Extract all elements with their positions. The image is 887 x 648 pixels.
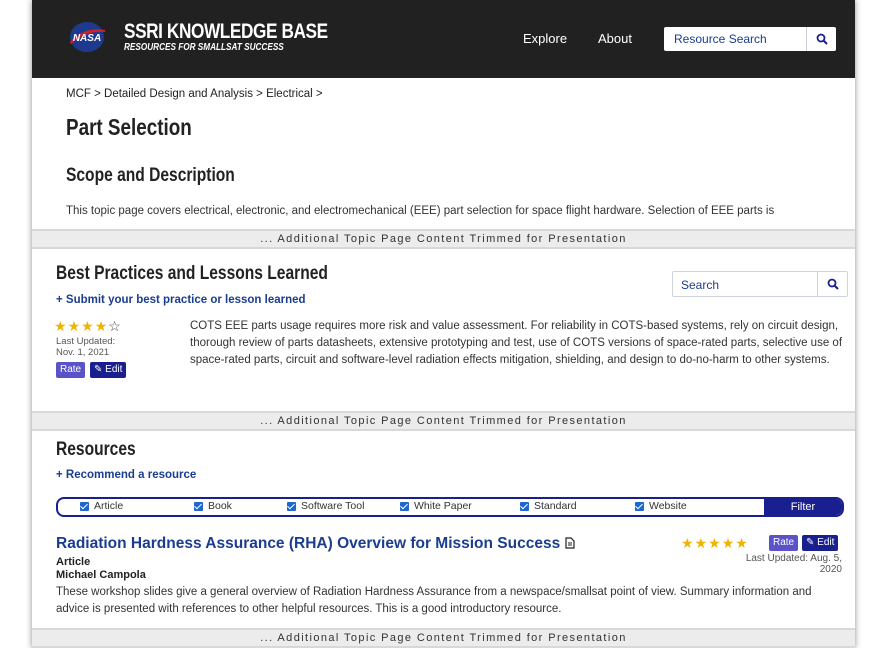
star-full-icon: ★ (694, 535, 709, 551)
resource-description: These workshop slides give a general ove… (56, 586, 812, 615)
trim-notice: ... Additional Topic Page Content Trimme… (32, 229, 855, 249)
resource-search-input[interactable]: Resource Search (674, 32, 767, 46)
best-practices-search-input[interactable]: Search (681, 278, 719, 292)
checkbox-checked-icon[interactable] (287, 501, 296, 511)
trim-notice: ... Additional Topic Page Content Trimme… (32, 411, 855, 431)
best-practice-rating: ★★★★☆ (54, 318, 122, 335)
site-header: NASA SSRI KNOWLEDGE BASE RESOURCES FOR S… (32, 0, 855, 78)
filter-white-paper[interactable]: White Paper (400, 500, 472, 512)
filter-book[interactable]: Book (194, 500, 232, 512)
filter-label: Software Tool (301, 500, 365, 512)
resource-filter-bar: Article Book Software Tool White Paper S… (56, 497, 844, 517)
best-practices-search-button[interactable] (817, 272, 847, 296)
brand-subtitle: RESOURCES FOR SMALLSAT SUCCESS (124, 42, 284, 53)
star-full-icon: ★ (94, 318, 109, 334)
edit-button[interactable]: ✎ Edit (90, 362, 127, 378)
resource-updated: Last Updated: Aug. 5, 2020 (745, 553, 842, 575)
star-full-icon: ★ (681, 535, 695, 551)
checkbox-checked-icon[interactable] (80, 501, 89, 511)
page-title: Part Selection (66, 114, 192, 140)
brand-title[interactable]: SSRI KNOWLEDGE BASE (124, 20, 328, 44)
star-full-icon: ★ (721, 535, 736, 551)
filter-label: Book (208, 500, 232, 512)
search-button[interactable] (806, 27, 836, 51)
best-practice-text: COTS EEE parts usage requires more risk … (190, 320, 843, 366)
updated-label: Last Updated: (56, 336, 116, 347)
filter-software-tool[interactable]: Software Tool (287, 500, 364, 512)
star-full-icon: ★ (67, 318, 82, 334)
star-full-icon: ★ (735, 535, 749, 551)
filter-label: Standard (534, 500, 577, 512)
breadcrumb[interactable]: MCF > Detailed Design and Analysis > Ele… (66, 88, 323, 100)
recommend-resource-link[interactable]: + Recommend a resource (56, 469, 196, 481)
search-icon (816, 33, 828, 45)
search-icon (827, 278, 839, 290)
resources-heading: Resources (56, 439, 136, 460)
resource-title-link[interactable]: Radiation Hardness Assurance (RHA) Overv… (56, 535, 575, 553)
resource-edit-button[interactable]: ✎ Edit (802, 535, 839, 551)
filter-label: Website (649, 500, 687, 512)
filter-label: Article (94, 500, 124, 512)
filter-article[interactable]: Article (80, 500, 123, 512)
scope-text: This topic page covers electrical, elect… (66, 205, 775, 217)
scope-heading: Scope and Description (66, 165, 235, 186)
document-icon (564, 537, 575, 549)
trim-notice: ... Additional Topic Page Content Trimme… (32, 628, 855, 648)
star-full-icon: ★ (708, 535, 722, 551)
resource-rate-button[interactable]: Rate (769, 535, 799, 551)
resource-title-text[interactable]: Radiation Hardness Assurance (RHA) Overv… (56, 535, 560, 552)
checkbox-checked-icon[interactable] (635, 501, 644, 511)
star-empty-icon: ☆ (108, 318, 122, 334)
star-full-icon: ★ (81, 318, 95, 334)
nav-about[interactable]: About (598, 31, 632, 46)
best-practices-heading: Best Practices and Lessons Learned (56, 263, 328, 284)
filter-label: White Paper (414, 500, 472, 512)
star-full-icon: ★ (54, 318, 68, 334)
svg-text:NASA: NASA (73, 33, 101, 44)
resource-type: Article (56, 556, 91, 568)
checkbox-checked-icon[interactable] (194, 501, 203, 511)
filter-button[interactable]: Filter (764, 499, 842, 515)
best-practice-updated: Last Updated: Nov. 1, 2021 (56, 336, 136, 358)
rate-button[interactable]: Rate (56, 362, 86, 378)
filter-website[interactable]: Website (635, 500, 687, 512)
resource-rating: ★★★★★ (681, 535, 749, 552)
resource-author: Michael Campola (56, 569, 146, 581)
best-practices-search-box[interactable]: Search (672, 271, 848, 297)
page-frame: NASA SSRI KNOWLEDGE BASE RESOURCES FOR S… (32, 0, 855, 648)
filter-standard[interactable]: Standard (520, 500, 577, 512)
resource-search-box[interactable]: Resource Search (664, 27, 836, 51)
nasa-logo-icon[interactable]: NASA (67, 20, 107, 54)
checkbox-checked-icon[interactable] (400, 501, 409, 511)
nav-explore[interactable]: Explore (523, 31, 567, 46)
updated-date: Nov. 1, 2021 (56, 347, 110, 358)
checkbox-checked-icon[interactable] (520, 501, 529, 511)
submit-best-practice-link[interactable]: + Submit your best practice or lesson le… (56, 294, 306, 306)
